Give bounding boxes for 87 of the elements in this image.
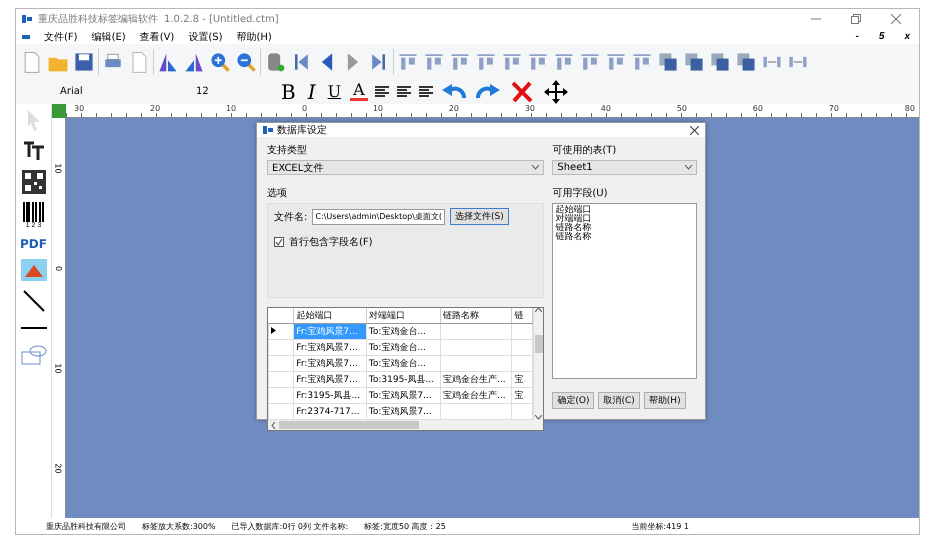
menu-item[interactable]: 编辑(E): [92, 30, 126, 44]
font-size-select[interactable]: 12: [192, 83, 272, 100]
dialog-logo-icon: [263, 126, 273, 134]
table-cell: To:3195-凤县...: [366, 372, 440, 388]
chevron-down-icon[interactable]: [532, 165, 540, 170]
window-version: 1.0.2.8 - [Untitled.ctm]: [164, 14, 279, 24]
shape-icon[interactable]: [20, 343, 46, 365]
table-cell: Fr:宝鸡风景7...: [294, 372, 366, 388]
table-cell: [440, 356, 512, 372]
field-item[interactable]: 链路名称: [555, 233, 694, 242]
table-select[interactable]: Sheet1: [552, 160, 697, 175]
scroll-thumb[interactable]: [534, 335, 543, 353]
file-name-field[interactable]: C:\Users\admin\Desktop\桌面文(: [312, 208, 446, 224]
window-control[interactable]: x: [901, 31, 913, 42]
options-label: 选项: [267, 186, 288, 200]
horizontal-scrollbar[interactable]: [268, 420, 544, 430]
font-color-button[interactable]: A: [350, 82, 368, 101]
move-icon[interactable]: [542, 78, 570, 106]
dialog-button[interactable]: 帮助(H): [644, 392, 686, 409]
status-text: 重庆品胜科技有限公司: [46, 520, 126, 532]
table-cell: [440, 340, 512, 356]
ruler-corner-icon: [52, 104, 66, 118]
close-icon: [891, 14, 901, 24]
table-cell: [440, 404, 512, 420]
header-checkbox-label: 首行包含字段名(F): [289, 236, 373, 249]
table-cell: Fr:宝鸡风景7...: [294, 356, 366, 372]
menu-item[interactable]: 查看(V): [140, 30, 174, 44]
pdf-tool[interactable]: PDF: [20, 237, 47, 251]
dialog-button[interactable]: 取消(C): [598, 392, 640, 409]
type-select[interactable]: EXCEL文件: [267, 160, 544, 175]
restore-icon: [851, 14, 861, 24]
status-text: 标签:宽度50 高度：25: [364, 520, 446, 532]
choose-file-button[interactable]: 选择文件(S): [450, 208, 509, 225]
app-logo-icon: [22, 15, 32, 23]
diagonal-line-icon[interactable]: [22, 289, 46, 313]
bold-button[interactable]: B: [278, 82, 299, 102]
field-item[interactable]: 对端端口: [555, 215, 694, 224]
table-cell: 宝鸡金台生产...: [440, 372, 512, 388]
status-text: 已导入数据库:0行 0列 文件名称:: [232, 520, 348, 532]
chevron-down-icon[interactable]: [685, 165, 692, 170]
menu-item[interactable]: 文件(F): [44, 30, 78, 44]
table-cell: Fr:宝鸡风景7...: [294, 340, 366, 356]
window-control[interactable]: 5: [876, 31, 888, 42]
fields-label: 可用字段(U): [552, 186, 608, 200]
table-cell: Fr:3195-凤县...: [294, 388, 366, 404]
table-cell: [440, 324, 512, 340]
current-row-icon: [271, 326, 276, 334]
table-cell: Fr:2374-717...: [294, 404, 366, 420]
table-cell: 宝鸡金台生产...: [440, 388, 512, 404]
document-icon: [22, 34, 30, 38]
chevron-down-icon[interactable]: [535, 415, 542, 420]
vertical-scrollbar[interactable]: [533, 308, 544, 420]
table-cell: To:宝鸡金台...: [366, 356, 440, 372]
type-label: 支持类型: [267, 144, 308, 157]
underline-button[interactable]: U: [324, 84, 344, 100]
status-text: 标签放大系数:300%: [142, 520, 216, 532]
image-icon[interactable]: [20, 259, 46, 281]
align-text-icon[interactable]: [396, 84, 412, 98]
menu-item[interactable]: 设置(S): [188, 30, 222, 44]
table-cell: Fr:宝鸡风景7...: [294, 324, 366, 340]
align-text-icon[interactable]: [374, 84, 390, 98]
scroll-thumb[interactable]: [279, 421, 419, 429]
qr-code-icon[interactable]: [22, 170, 46, 194]
minimize-icon: [811, 18, 821, 20]
file-name-label: 文件名:: [274, 210, 308, 224]
align-text-icon[interactable]: [418, 84, 434, 98]
table-cell: To:宝鸡风景7...: [366, 404, 440, 420]
menu-item[interactable]: 帮助(H): [236, 30, 272, 44]
close-icon[interactable]: [690, 126, 699, 134]
field-item[interactable]: 链路名称: [555, 224, 694, 233]
table-cell: To:宝鸡风景7...: [366, 388, 440, 404]
header-checkbox[interactable]: [274, 237, 284, 247]
table-cell: To:宝鸡金台...: [366, 324, 440, 340]
chevron-left-icon[interactable]: [271, 422, 276, 428]
window-control[interactable]: -: [852, 31, 862, 42]
dialog-button[interactable]: 确定(O): [552, 392, 594, 409]
font-select[interactable]: Arial: [56, 83, 186, 100]
italic-button[interactable]: I: [304, 82, 319, 102]
text-tool-icon[interactable]: [22, 140, 46, 162]
table-cell: To:宝鸡金台...: [366, 340, 440, 356]
status-text: 当前坐标:419 1: [631, 520, 689, 532]
vertical-ruler: 10 0 10 20: [52, 118, 66, 518]
table-label: 可使用的表(T): [552, 144, 618, 157]
dialog-title: 数据库设定: [277, 124, 327, 137]
window-title: 重庆品胜科技标签编辑软件: [38, 12, 158, 26]
chevron-up-icon[interactable]: [535, 308, 542, 313]
field-item[interactable]: 起始端口: [555, 206, 694, 215]
